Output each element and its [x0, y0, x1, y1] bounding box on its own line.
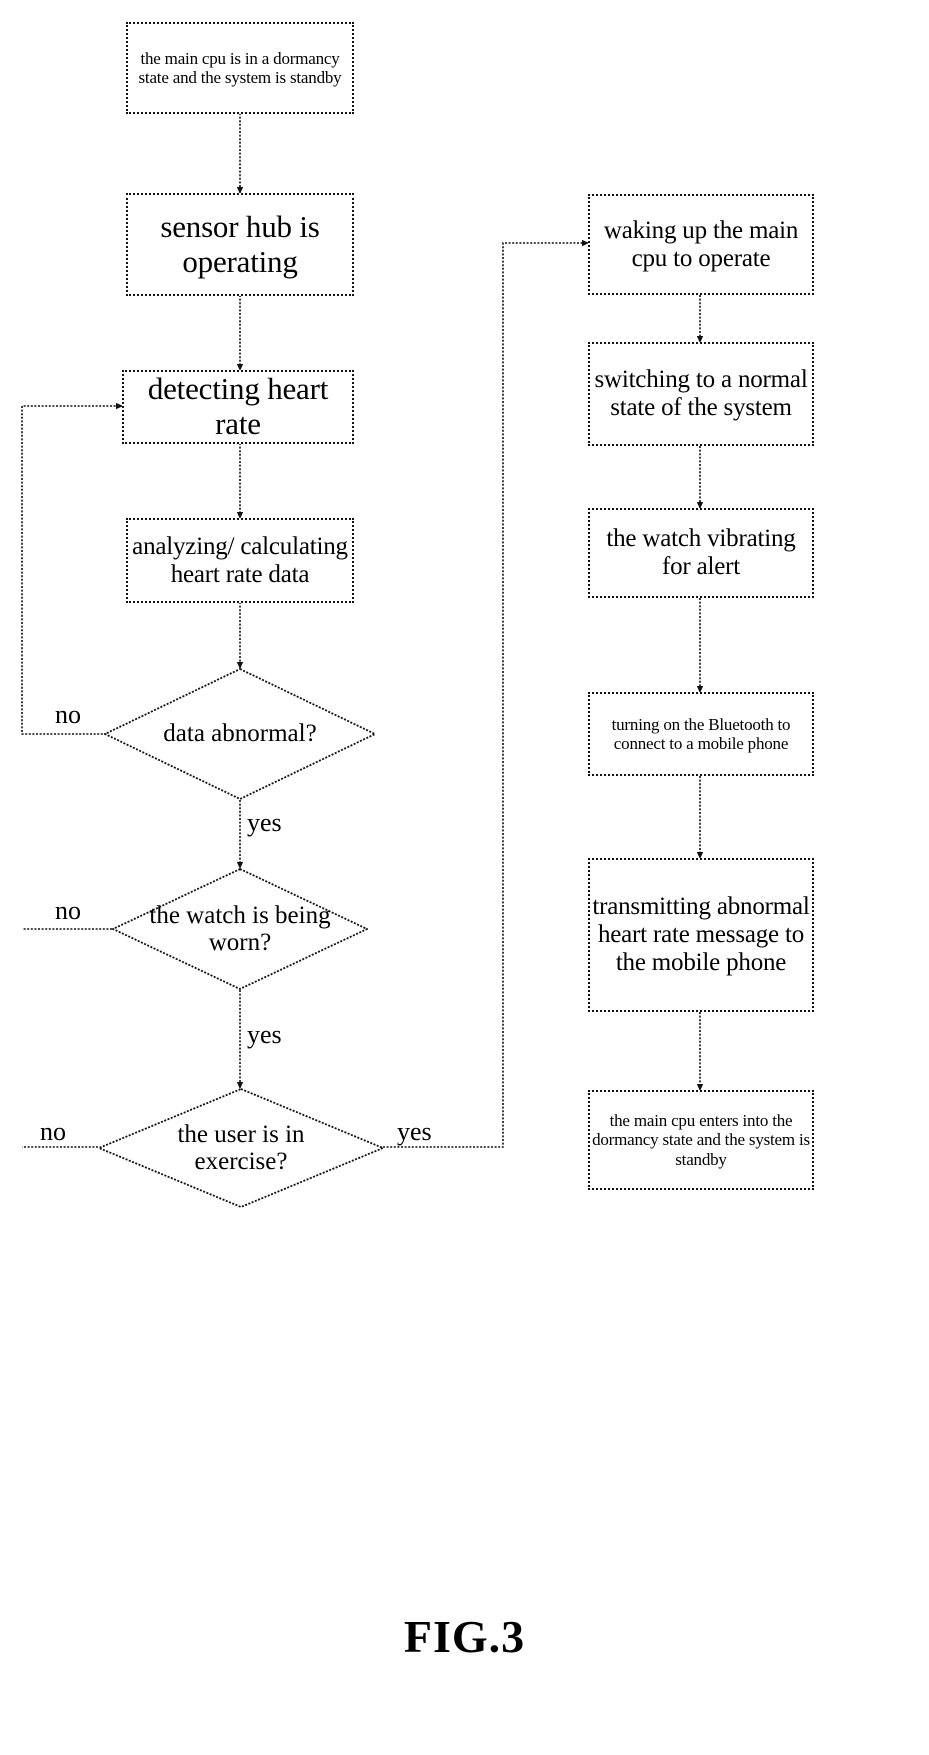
decision-watch-worn-label: the watch is being worn?: [149, 901, 331, 957]
node-analyzing-calculating: analyzing/ calculating heart rate data: [126, 518, 354, 603]
node-transmitting-message: transmitting abnormal heart rate message…: [588, 858, 814, 1012]
node-watch-vibrating: the watch vibrating for alert: [588, 508, 814, 598]
node-sensor-hub: sensor hub is operating: [126, 193, 354, 296]
node-waking-up-cpu: waking up the main cpu to operate: [588, 194, 814, 295]
node-standby-end: the main cpu enters into the dormancy st…: [588, 1090, 814, 1190]
decision-user-exercise: the user is in exercise?: [98, 1088, 384, 1208]
decision-user-exercise-label: the user is in exercise?: [177, 1120, 305, 1176]
node-turning-on-bluetooth: turning on the Bluetooth to connect to a…: [588, 692, 814, 776]
decision-data-abnormal: data abnormal?: [104, 668, 376, 800]
edge-label-user-exercise-yes: yes: [397, 1117, 432, 1146]
node-switching-normal-state: switching to a normal state of the syste…: [588, 342, 814, 446]
decision-watch-worn: the watch is being worn?: [112, 868, 368, 990]
edge-label-watch-worn-yes: yes: [247, 1020, 282, 1049]
edge-label-data-abnormal-no: no: [55, 700, 81, 729]
node-standby-start: the main cpu is in a dormancy state and …: [126, 22, 354, 114]
edge-label-watch-worn-no: no: [55, 896, 81, 925]
node-analyzing-calculating-label: analyzing/ calculating heart rate data: [132, 532, 348, 588]
node-detecting-heart-rate: detecting heart rate: [122, 370, 354, 444]
node-switching-normal-state-label: switching to a normal state of the syste…: [594, 366, 808, 421]
node-turning-on-bluetooth-label: turning on the Bluetooth to connect to a…: [611, 714, 791, 753]
node-standby-end-label: the main cpu enters into the dormancy st…: [592, 1111, 810, 1169]
node-watch-vibrating-label: the watch vibrating for alert: [606, 525, 796, 580]
edge-label-data-abnormal-yes: yes: [247, 808, 282, 837]
figure-caption: FIG.3: [403, 1611, 526, 1662]
node-detecting-heart-rate-label: detecting heart rate: [147, 371, 329, 441]
node-standby-start-label: the main cpu is in a dormancy state and …: [138, 48, 342, 87]
edge-label-user-exercise-no: no: [40, 1117, 66, 1146]
node-transmitting-message-label: transmitting abnormal heart rate message…: [592, 893, 810, 976]
node-sensor-hub-label: sensor hub is operating: [160, 208, 320, 279]
node-waking-up-cpu-label: waking up the main cpu to operate: [603, 216, 799, 272]
decision-data-abnormal-label: data abnormal?: [163, 720, 317, 748]
flowchart-figure: the main cpu is in a dormancy state and …: [0, 0, 929, 1755]
